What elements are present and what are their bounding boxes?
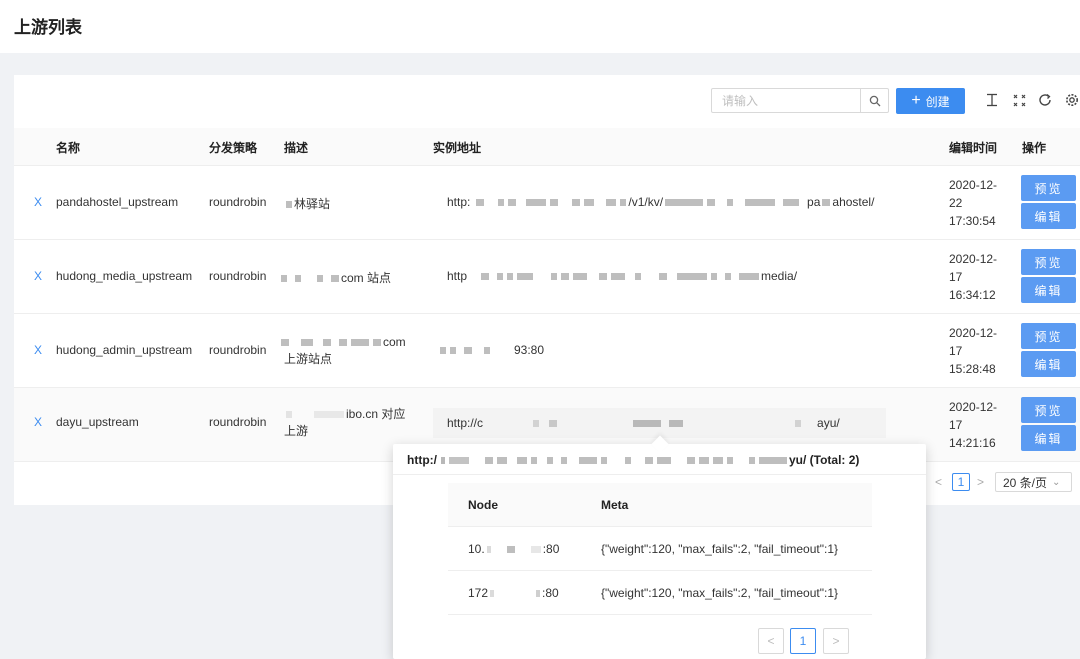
column-header-description: 描述 [284,141,309,155]
edit-button[interactable]: 编辑 [1021,351,1076,377]
node-table: Node Meta 10.:80 {"weight":120, "max_fai… [448,483,872,615]
table-row: 10.:80 {"weight":120, "max_fails":2, "fa… [448,527,872,571]
create-button[interactable]: + 创建 [896,88,965,114]
upstream-list-card: + 创建 名称 分发策略 描述 实例地址 编辑时间 操作 X pandahost… [14,75,1080,505]
search-button[interactable] [860,88,889,113]
pagination-prev[interactable]: < [935,475,942,489]
upstream-address: http:/v1/kv/pa ahostel/ [447,195,875,209]
table-row: X pandahostel_upstream roundrobin 林驿站 ht… [14,166,1080,240]
edit-time: 2020-12- 22 17:30:54 [949,178,998,228]
upstream-address[interactable]: http://c ayu/ [433,408,886,438]
expand-toggle[interactable]: X [34,269,42,283]
node-table-header: Node Meta [448,483,872,527]
settings-icon[interactable] [1064,92,1080,108]
table-header: 名称 分发策略 描述 实例地址 编辑时间 操作 [14,128,1080,166]
preview-button[interactable]: 预览 [1021,175,1076,201]
upstream-strategy: roundrobin [209,269,267,283]
upstream-name: pandahostel_upstream [56,195,179,209]
fullscreen-icon[interactable] [1011,92,1027,108]
upstream-strategy: roundrobin [209,195,267,209]
preview-button[interactable]: 预览 [1021,249,1076,275]
create-button-label: 创建 [925,94,950,109]
upstream-address: http media/ [447,269,798,283]
column-header-address: 实例地址 [433,141,482,155]
instance-address-popover: http:/yu/ (Total: 2) Node Meta 10.:80 {"… [393,435,926,659]
pagination-next[interactable]: > [977,475,984,489]
page-size-label: 20 条/页 [1003,475,1048,490]
edit-time: 2020-12- 17 15:28:48 [949,326,998,376]
upstream-name: hudong_media_upstream [56,269,193,283]
reload-icon[interactable] [1037,92,1053,108]
column-header-strategy: 分发策略 [209,141,258,155]
node-meta: {"weight":120, "max_fails":2, "fail_time… [601,586,839,600]
popover-title: http:/yu/ (Total: 2) [407,453,860,467]
search-input[interactable] [712,89,872,112]
node-address: 172:80 [468,586,559,600]
expand-toggle[interactable]: X [34,195,42,209]
upstream-description: com 站点 [279,269,391,286]
upstream-strategy: roundrobin [209,343,267,357]
edit-button[interactable]: 编辑 [1021,425,1076,451]
column-header-name: 名称 [56,141,81,155]
upstream-description: ibo.cn 对应 上游 [284,407,406,438]
table-row: 172:80 {"weight":120, "max_fails":2, "fa… [448,571,872,615]
table-row: X hudong_admin_upstream roundrobin com 上… [14,314,1080,388]
table-row: X hudong_media_upstream roundrobin com 站… [14,240,1080,314]
preview-button[interactable]: 预览 [1021,323,1076,349]
search-icon [869,95,880,106]
expand-toggle[interactable]: X [34,415,42,429]
edit-time: 2020-12- 17 14:21:16 [949,400,998,450]
node-address: 10.:80 [468,542,560,556]
page-title: 上游列表 [14,18,82,37]
plus-icon: + [911,92,921,109]
page-header: 上游列表 [0,0,1080,53]
edit-button[interactable]: 编辑 [1021,203,1076,229]
search-box [711,88,872,113]
popover-pagination-next[interactable]: > [823,628,849,654]
popover-pagination-page-1[interactable]: 1 [790,628,816,654]
page-size-select[interactable]: 20 条/页 ⌄ [995,472,1072,492]
column-header-meta: Meta [601,498,629,512]
node-meta: {"weight":120, "max_fails":2, "fail_time… [601,542,839,556]
chevron-down-icon: ⌄ [1052,476,1061,488]
column-header-actions: 操作 [1022,141,1047,155]
toolbar: + 创建 [14,75,1080,128]
popover-divider [393,474,926,475]
upstream-name: hudong_admin_upstream [56,343,193,357]
edit-time: 2020-12- 17 16:34:12 [949,252,998,302]
upstream-description: com 上游站点 [279,334,406,368]
expand-toggle[interactable]: X [34,343,42,357]
popover-pagination-prev[interactable]: < [758,628,784,654]
column-height-icon[interactable] [984,92,1000,108]
column-header-node: Node [468,498,498,512]
upstream-address: 93:80 [438,343,544,357]
preview-button[interactable]: 预览 [1021,397,1076,423]
upstream-strategy: roundrobin [209,415,267,429]
upstream-name: dayu_upstream [56,415,139,429]
column-header-edit-time: 编辑时间 [949,141,998,155]
pagination-page-1[interactable]: 1 [952,473,970,491]
upstream-description: 林驿站 [284,195,330,212]
edit-button[interactable]: 编辑 [1021,277,1076,303]
